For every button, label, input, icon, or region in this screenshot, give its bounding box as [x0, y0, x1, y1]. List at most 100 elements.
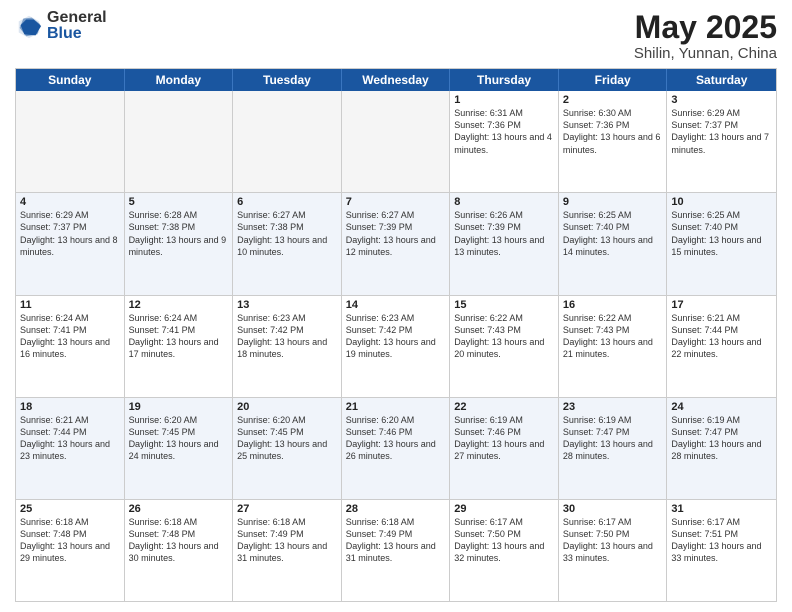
- day-info: Sunrise: 6:29 AM Sunset: 7:37 PM Dayligh…: [20, 209, 120, 258]
- title-month: May 2025: [634, 10, 777, 45]
- day-number: 2: [563, 94, 663, 106]
- day-number: 17: [671, 299, 772, 311]
- day-number: 18: [20, 401, 120, 413]
- day-number: 16: [563, 299, 663, 311]
- day-info: Sunrise: 6:22 AM Sunset: 7:43 PM Dayligh…: [454, 312, 554, 361]
- weekday-thursday: Thursday: [450, 69, 559, 91]
- calendar-cell-r0-c6: 3Sunrise: 6:29 AM Sunset: 7:37 PM Daylig…: [667, 91, 776, 192]
- day-number: 20: [237, 401, 337, 413]
- page: General Blue May 2025 Shilin, Yunnan, Ch…: [0, 0, 792, 612]
- calendar-cell-r1-c2: 6Sunrise: 6:27 AM Sunset: 7:38 PM Daylig…: [233, 193, 342, 294]
- day-number: 24: [671, 401, 772, 413]
- calendar-header: Sunday Monday Tuesday Wednesday Thursday…: [16, 69, 776, 91]
- title-block: May 2025 Shilin, Yunnan, China: [634, 10, 777, 62]
- calendar-cell-r4-c5: 30Sunrise: 6:17 AM Sunset: 7:50 PM Dayli…: [559, 500, 668, 601]
- calendar-cell-r3-c0: 18Sunrise: 6:21 AM Sunset: 7:44 PM Dayli…: [16, 398, 125, 499]
- calendar-cell-r2-c5: 16Sunrise: 6:22 AM Sunset: 7:43 PM Dayli…: [559, 296, 668, 397]
- day-info: Sunrise: 6:30 AM Sunset: 7:36 PM Dayligh…: [563, 107, 663, 156]
- day-number: 30: [563, 503, 663, 515]
- day-info: Sunrise: 6:21 AM Sunset: 7:44 PM Dayligh…: [671, 312, 772, 361]
- day-info: Sunrise: 6:17 AM Sunset: 7:51 PM Dayligh…: [671, 516, 772, 565]
- calendar-row-0: 1Sunrise: 6:31 AM Sunset: 7:36 PM Daylig…: [16, 91, 776, 193]
- day-info: Sunrise: 6:29 AM Sunset: 7:37 PM Dayligh…: [671, 107, 772, 156]
- logo-text: General Blue: [47, 10, 107, 42]
- calendar-cell-r1-c5: 9Sunrise: 6:25 AM Sunset: 7:40 PM Daylig…: [559, 193, 668, 294]
- calendar-cell-r3-c2: 20Sunrise: 6:20 AM Sunset: 7:45 PM Dayli…: [233, 398, 342, 499]
- day-number: 21: [346, 401, 446, 413]
- calendar-cell-r2-c0: 11Sunrise: 6:24 AM Sunset: 7:41 PM Dayli…: [16, 296, 125, 397]
- day-number: 10: [671, 196, 772, 208]
- day-info: Sunrise: 6:19 AM Sunset: 7:47 PM Dayligh…: [563, 414, 663, 463]
- logo-icon: [15, 12, 43, 40]
- day-number: 8: [454, 196, 554, 208]
- day-number: 27: [237, 503, 337, 515]
- day-info: Sunrise: 6:18 AM Sunset: 7:49 PM Dayligh…: [237, 516, 337, 565]
- day-info: Sunrise: 6:21 AM Sunset: 7:44 PM Dayligh…: [20, 414, 120, 463]
- calendar-cell-r4-c6: 31Sunrise: 6:17 AM Sunset: 7:51 PM Dayli…: [667, 500, 776, 601]
- day-number: 3: [671, 94, 772, 106]
- calendar-row-4: 25Sunrise: 6:18 AM Sunset: 7:48 PM Dayli…: [16, 500, 776, 601]
- day-number: 22: [454, 401, 554, 413]
- calendar: Sunday Monday Tuesday Wednesday Thursday…: [15, 68, 777, 602]
- calendar-cell-r4-c3: 28Sunrise: 6:18 AM Sunset: 7:49 PM Dayli…: [342, 500, 451, 601]
- day-info: Sunrise: 6:17 AM Sunset: 7:50 PM Dayligh…: [563, 516, 663, 565]
- calendar-cell-r1-c4: 8Sunrise: 6:26 AM Sunset: 7:39 PM Daylig…: [450, 193, 559, 294]
- day-info: Sunrise: 6:18 AM Sunset: 7:48 PM Dayligh…: [20, 516, 120, 565]
- weekday-saturday: Saturday: [667, 69, 776, 91]
- weekday-friday: Friday: [559, 69, 668, 91]
- day-info: Sunrise: 6:27 AM Sunset: 7:39 PM Dayligh…: [346, 209, 446, 258]
- calendar-cell-r3-c6: 24Sunrise: 6:19 AM Sunset: 7:47 PM Dayli…: [667, 398, 776, 499]
- day-number: 31: [671, 503, 772, 515]
- day-info: Sunrise: 6:25 AM Sunset: 7:40 PM Dayligh…: [671, 209, 772, 258]
- day-info: Sunrise: 6:25 AM Sunset: 7:40 PM Dayligh…: [563, 209, 663, 258]
- day-number: 28: [346, 503, 446, 515]
- day-number: 7: [346, 196, 446, 208]
- day-info: Sunrise: 6:22 AM Sunset: 7:43 PM Dayligh…: [563, 312, 663, 361]
- day-info: Sunrise: 6:24 AM Sunset: 7:41 PM Dayligh…: [129, 312, 229, 361]
- day-info: Sunrise: 6:18 AM Sunset: 7:49 PM Dayligh…: [346, 516, 446, 565]
- day-info: Sunrise: 6:27 AM Sunset: 7:38 PM Dayligh…: [237, 209, 337, 258]
- calendar-body: 1Sunrise: 6:31 AM Sunset: 7:36 PM Daylig…: [16, 91, 776, 601]
- day-number: 26: [129, 503, 229, 515]
- day-info: Sunrise: 6:26 AM Sunset: 7:39 PM Dayligh…: [454, 209, 554, 258]
- calendar-cell-r3-c3: 21Sunrise: 6:20 AM Sunset: 7:46 PM Dayli…: [342, 398, 451, 499]
- calendar-cell-r2-c2: 13Sunrise: 6:23 AM Sunset: 7:42 PM Dayli…: [233, 296, 342, 397]
- day-number: 15: [454, 299, 554, 311]
- calendar-cell-r3-c5: 23Sunrise: 6:19 AM Sunset: 7:47 PM Dayli…: [559, 398, 668, 499]
- calendar-cell-r2-c6: 17Sunrise: 6:21 AM Sunset: 7:44 PM Dayli…: [667, 296, 776, 397]
- day-info: Sunrise: 6:28 AM Sunset: 7:38 PM Dayligh…: [129, 209, 229, 258]
- day-info: Sunrise: 6:20 AM Sunset: 7:45 PM Dayligh…: [237, 414, 337, 463]
- logo-general-text: General: [47, 10, 107, 26]
- day-number: 23: [563, 401, 663, 413]
- calendar-cell-r1-c0: 4Sunrise: 6:29 AM Sunset: 7:37 PM Daylig…: [16, 193, 125, 294]
- header: General Blue May 2025 Shilin, Yunnan, Ch…: [15, 10, 777, 62]
- day-info: Sunrise: 6:19 AM Sunset: 7:47 PM Dayligh…: [671, 414, 772, 463]
- calendar-cell-r4-c0: 25Sunrise: 6:18 AM Sunset: 7:48 PM Dayli…: [16, 500, 125, 601]
- calendar-cell-r0-c2: [233, 91, 342, 192]
- calendar-cell-r0-c0: [16, 91, 125, 192]
- calendar-row-3: 18Sunrise: 6:21 AM Sunset: 7:44 PM Dayli…: [16, 398, 776, 500]
- day-number: 11: [20, 299, 120, 311]
- day-info: Sunrise: 6:19 AM Sunset: 7:46 PM Dayligh…: [454, 414, 554, 463]
- day-info: Sunrise: 6:18 AM Sunset: 7:48 PM Dayligh…: [129, 516, 229, 565]
- calendar-cell-r1-c3: 7Sunrise: 6:27 AM Sunset: 7:39 PM Daylig…: [342, 193, 451, 294]
- day-info: Sunrise: 6:17 AM Sunset: 7:50 PM Dayligh…: [454, 516, 554, 565]
- weekday-wednesday: Wednesday: [342, 69, 451, 91]
- day-number: 14: [346, 299, 446, 311]
- calendar-row-2: 11 Sunrise: 6:24 AM Sunset: 7:41 PM Dayli…: [16, 296, 776, 398]
- weekday-monday: Monday: [125, 69, 234, 91]
- calendar-cell-r4-c4: 29Sunrise: 6:17 AM Sunset: 7:50 PM Dayli…: [450, 500, 559, 601]
- day-info: Sunrise: 6:31 AM Sunset: 7:36 PM Dayligh…: [454, 107, 554, 156]
- day-number: 29: [454, 503, 554, 515]
- calendar-cell-r0-c1: [125, 91, 234, 192]
- calendar-cell-r3-c1: 19Sunrise: 6:20 AM Sunset: 7:45 PM Dayli…: [125, 398, 234, 499]
- day-number: 12: [129, 299, 229, 311]
- day-number: 9: [563, 196, 663, 208]
- logo: General Blue: [15, 10, 107, 42]
- calendar-cell-r4-c1: 26Sunrise: 6:18 AM Sunset: 7:48 PM Dayli…: [125, 500, 234, 601]
- title-location: Shilin, Yunnan, China: [634, 45, 777, 62]
- logo-blue-text: Blue: [47, 26, 107, 42]
- calendar-cell-r0-c4: 1Sunrise: 6:31 AM Sunset: 7:36 PM Daylig…: [450, 91, 559, 192]
- day-number: 19: [129, 401, 229, 413]
- day-info: Sunrise: 6:23 AM Sunset: 7:42 PM Dayligh…: [237, 312, 337, 361]
